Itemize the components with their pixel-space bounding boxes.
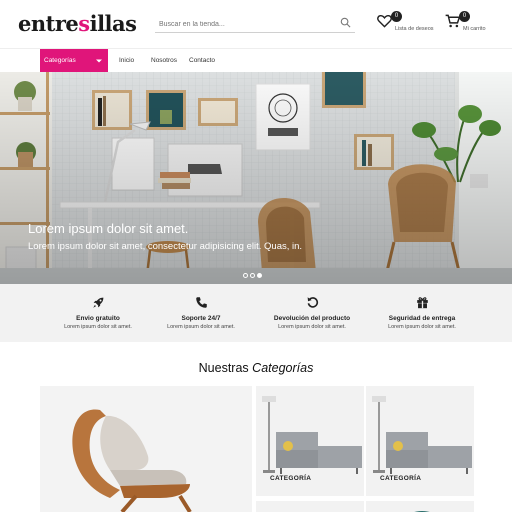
feature-title: Soporte 24/7 (181, 315, 221, 322)
phone-icon (195, 297, 207, 308)
wishlist-label: Lista de deseos (395, 26, 434, 32)
feature-returns: Devolución del producto Lorem ipsum dolo… (264, 296, 360, 330)
categories-dropdown-button[interactable]: Categorías (40, 49, 108, 73)
feature-free-shipping: Envio gratuito Lorem ipsum dolor sit ame… (50, 296, 146, 330)
slider-dots (243, 265, 264, 283)
slider-dot-2[interactable] (250, 273, 255, 278)
feature-title: Envio gratuito (76, 315, 120, 322)
category-label: CATEGORÍA (380, 475, 422, 482)
cart-icon-wrap: 0 (445, 11, 470, 33)
hero-image (0, 72, 512, 284)
wishlist-button[interactable]: 0 Lista de deseos (377, 11, 434, 33)
hero-subtitle: Lorem ipsum dolor sit amet, consectetur … (28, 241, 303, 252)
feature-subtitle: Lorem ipsum dolor sit amet. (388, 324, 456, 330)
hero-title: Lorem ipsum dolor sit amet. (28, 221, 189, 236)
category-card-1[interactable]: CATEGORÍA (256, 386, 364, 496)
main-nav: Categorías Inicio Nosotros Contacto (0, 48, 512, 73)
slider-dot-1[interactable] (243, 273, 248, 278)
categories-label: Categorías (44, 57, 76, 64)
gift-icon (416, 297, 428, 309)
categories-grid: CATEGORÍA CATEGORÍA (40, 386, 474, 512)
logo-text-rest: illas (89, 11, 137, 36)
return-icon (307, 297, 318, 308)
chair-image (40, 386, 252, 512)
chevron-down-icon (96, 59, 102, 63)
site-header: entresillas 0 Lista de deseos 0 Mi carri… (0, 0, 512, 48)
cart-count-badge: 0 (459, 11, 470, 22)
feature-support: Soporte 24/7 Lorem ipsum dolor sit amet. (153, 296, 249, 330)
category-card-4-image (414, 511, 430, 512)
nav-link-contacto[interactable]: Contacto (189, 49, 215, 73)
cart-label: Mi carrito (463, 26, 486, 32)
categories-heading-italic: Categorías (252, 361, 314, 375)
feature-title: Devolución del producto (273, 315, 351, 322)
search-input[interactable] (155, 15, 330, 34)
category-card-3[interactable] (256, 501, 364, 512)
wishlist-count-badge: 0 (391, 11, 402, 22)
categories-heading-plain: Nuestras (198, 361, 249, 375)
wishlist-icon-wrap: 0 (377, 11, 402, 33)
cart-button[interactable]: 0 Mi carrito (445, 11, 486, 33)
nav-link-inicio[interactable]: Inicio (119, 49, 134, 73)
search-icon[interactable] (340, 17, 351, 28)
nav-link-nosotros[interactable]: Nosotros (151, 49, 177, 73)
rocket-icon (92, 297, 103, 308)
logo-text-main: entre (18, 11, 79, 36)
hero-slider: Lorem ipsum dolor sit amet. Lorem ipsum … (0, 72, 512, 284)
search-bar (155, 13, 355, 34)
feature-subtitle: Lorem ipsum dolor sit amet. (167, 324, 235, 330)
slider-dot-3[interactable] (257, 273, 262, 278)
category-card-2[interactable]: CATEGORÍA (366, 386, 474, 496)
heart-icon (377, 14, 392, 28)
features-bar: Envio gratuito Lorem ipsum dolor sit ame… (0, 284, 512, 342)
feature-subtitle: Lorem ipsum dolor sit amet. (64, 324, 132, 330)
feature-subtitle: Lorem ipsum dolor sit amet. (278, 324, 346, 330)
feature-secure-delivery: Seguridad de entrega Lorem ipsum dolor s… (374, 296, 470, 330)
category-card-4[interactable] (366, 501, 474, 512)
category-card-featured[interactable] (40, 386, 252, 512)
categories-heading: Nuestras Categorías (0, 361, 512, 375)
feature-title: Seguridad de entrega (388, 315, 456, 322)
cart-icon (445, 14, 461, 28)
brand-logo[interactable]: entresillas (18, 11, 137, 36)
logo-text-accent: s (78, 11, 90, 36)
category-label: CATEGORÍA (270, 475, 312, 482)
